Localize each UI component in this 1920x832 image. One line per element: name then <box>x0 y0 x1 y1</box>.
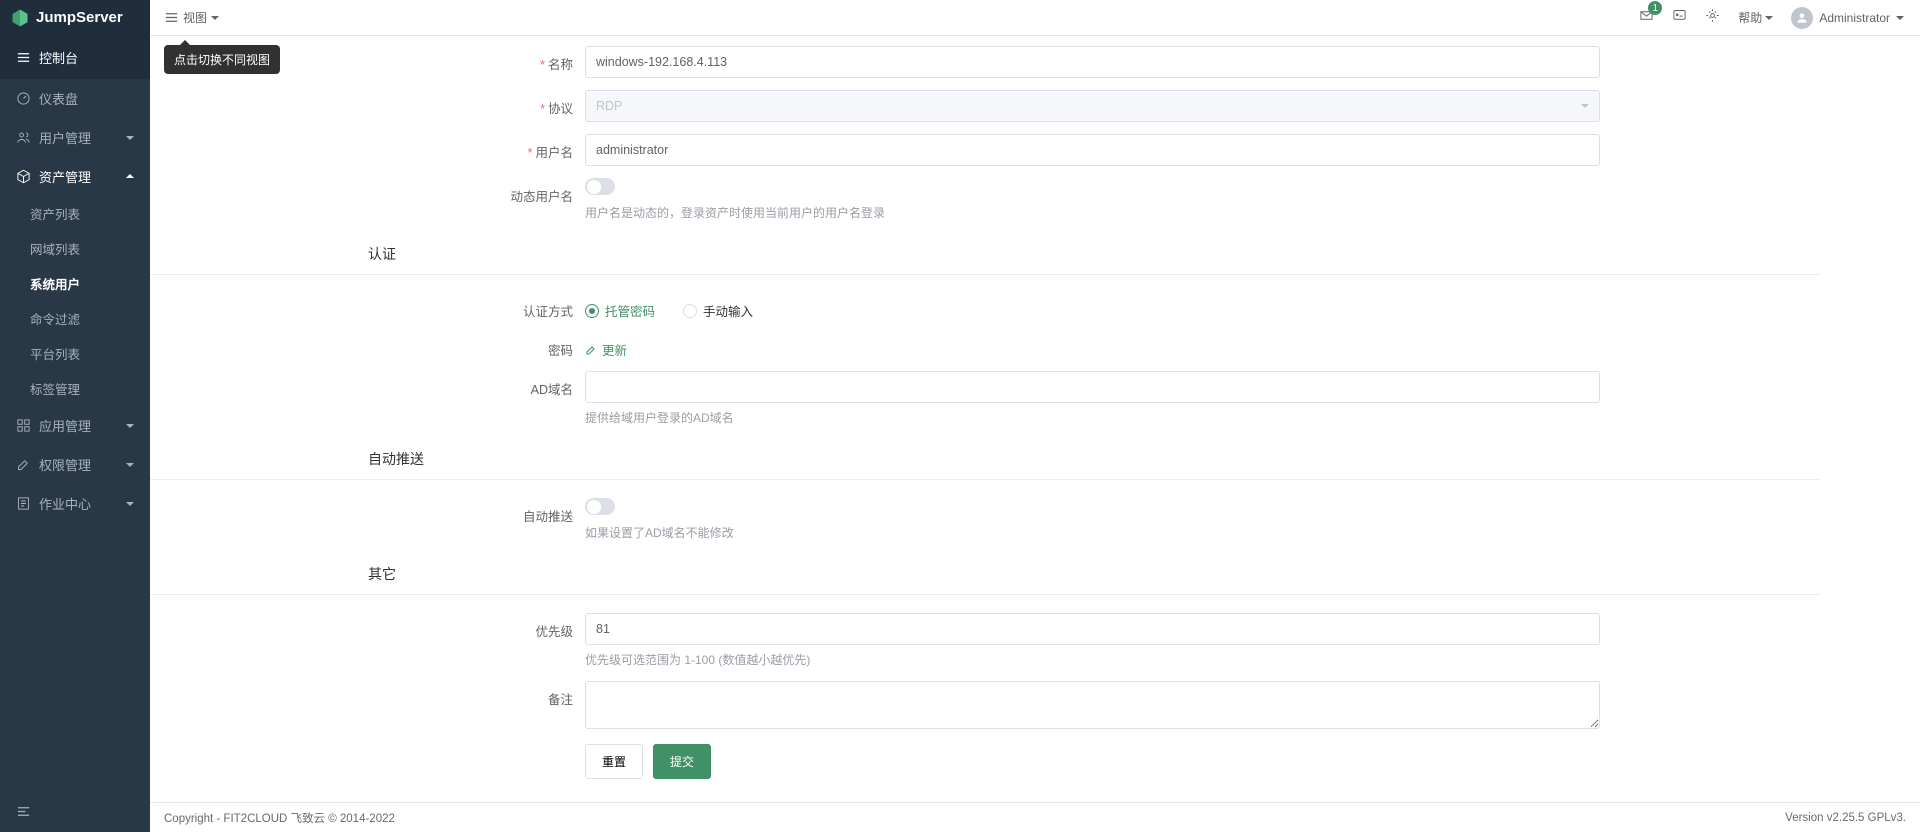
ad-domain-input[interactable] <box>585 371 1600 403</box>
name-input[interactable] <box>585 46 1600 78</box>
chevron-down-icon <box>126 424 134 428</box>
sidebar-item-assets[interactable]: 资产管理 <box>0 157 150 196</box>
pencil-icon <box>585 344 597 356</box>
username-label: *用户名 <box>150 134 585 161</box>
chevron-down-icon <box>1896 16 1904 20</box>
priority-input[interactable] <box>585 613 1600 645</box>
task-icon <box>16 496 31 511</box>
other-section-header: 其它 <box>150 554 1820 595</box>
version-text: Version v2.25.5 GPLv3. <box>1785 812 1906 824</box>
edit-icon <box>16 457 31 472</box>
sidebar-sub-cmd-filter[interactable]: 命令过滤 <box>0 301 150 336</box>
username-input[interactable] <box>585 134 1600 166</box>
chevron-down-icon <box>1581 104 1589 108</box>
console-header: 控制台 <box>0 36 150 79</box>
avatar-icon <box>1791 7 1813 29</box>
chevron-down-icon <box>126 463 134 467</box>
dynamic-user-help: 用户名是动态的，登录资产时使用当前用户的用户名登录 <box>585 204 1600 222</box>
password-update-link[interactable]: 更新 <box>585 332 627 359</box>
ad-domain-label: AD域名 <box>150 371 585 398</box>
gauge-icon <box>16 91 31 106</box>
settings-icon[interactable] <box>1705 8 1720 27</box>
radio-manual-input[interactable]: 手动输入 <box>683 301 753 320</box>
view-switch[interactable]: 视图 点击切换不同视图 <box>164 9 219 26</box>
password-label: 密码 <box>150 332 585 359</box>
collapse-icon <box>16 804 31 819</box>
grid-icon <box>16 418 31 433</box>
webterminal-icon[interactable] <box>1672 8 1687 27</box>
auth-method-label: 认证方式 <box>150 293 585 320</box>
logo-area[interactable]: JumpServer <box>0 0 150 36</box>
sidebar-item-apps[interactable]: 应用管理 <box>0 406 150 445</box>
push-label: 自动推送 <box>150 498 585 525</box>
chevron-down-icon <box>126 136 134 140</box>
menu-icon <box>164 10 179 25</box>
footer: Copyright - FIT2CLOUD 飞致云 © 2014-2022 Ve… <box>150 802 1920 832</box>
push-section-header: 自动推送 <box>150 439 1820 480</box>
sidebar-item-users[interactable]: 用户管理 <box>0 118 150 157</box>
sidebar-sub-system-user[interactable]: 系统用户 <box>0 266 150 301</box>
sidebar-sub-platform-list[interactable]: 平台列表 <box>0 336 150 371</box>
dynamic-user-label: 动态用户名 <box>150 178 585 205</box>
push-switch[interactable] <box>585 498 615 515</box>
ad-domain-help: 提供给域用户登录的AD域名 <box>585 409 1600 427</box>
remark-textarea[interactable] <box>585 681 1600 729</box>
user-dropdown[interactable]: Administrator <box>1791 7 1904 29</box>
submit-button[interactable]: 提交 <box>653 744 711 779</box>
help-dropdown[interactable]: 帮助 <box>1738 9 1773 26</box>
protocol-select: RDP <box>585 90 1600 122</box>
sidebar-collapse[interactable] <box>0 794 150 832</box>
sidebar-sub-asset-list[interactable]: 资产列表 <box>0 196 150 231</box>
mail-icon[interactable]: 1 <box>1639 8 1654 27</box>
bars-icon <box>16 50 31 65</box>
sidebar-item-perms[interactable]: 权限管理 <box>0 445 150 484</box>
sidebar-item-ops[interactable]: 作业中心 <box>0 484 150 523</box>
remark-label: 备注 <box>150 681 585 708</box>
sidebar: 控制台 仪表盘 用户管理 资产管理 资产列表 网域列表 系统用户 命令过滤 平台… <box>0 36 150 832</box>
priority-help: 优先级可选范围为 1-100 (数值越小越优先) <box>585 651 1600 669</box>
view-tooltip: 点击切换不同视图 <box>164 45 280 74</box>
brand-text: JumpServer <box>36 9 123 26</box>
view-label: 视图 <box>183 9 207 26</box>
chevron-down-icon <box>1765 16 1773 20</box>
logo-icon <box>10 8 30 28</box>
sidebar-sub-domain-list[interactable]: 网域列表 <box>0 231 150 266</box>
copyright-text: Copyright - FIT2CLOUD 飞致云 © 2014-2022 <box>164 810 395 826</box>
dynamic-user-switch[interactable] <box>585 178 615 195</box>
chevron-down-icon <box>211 16 219 20</box>
users-icon <box>16 130 31 145</box>
cube-icon <box>16 169 31 184</box>
reset-button[interactable]: 重置 <box>585 744 643 779</box>
sidebar-sub-label-mgmt[interactable]: 标签管理 <box>0 371 150 406</box>
radio-managed-password[interactable]: 托管密码 <box>585 301 655 320</box>
sidebar-item-dashboard[interactable]: 仪表盘 <box>0 79 150 118</box>
protocol-label: *协议 <box>150 90 585 117</box>
auth-section-header: 认证 <box>150 234 1820 275</box>
priority-label: 优先级 <box>150 613 585 640</box>
chevron-down-icon <box>126 502 134 506</box>
chevron-up-icon <box>126 171 134 182</box>
badge: 1 <box>1648 1 1662 15</box>
push-help: 如果设置了AD域名不能修改 <box>585 524 1600 542</box>
